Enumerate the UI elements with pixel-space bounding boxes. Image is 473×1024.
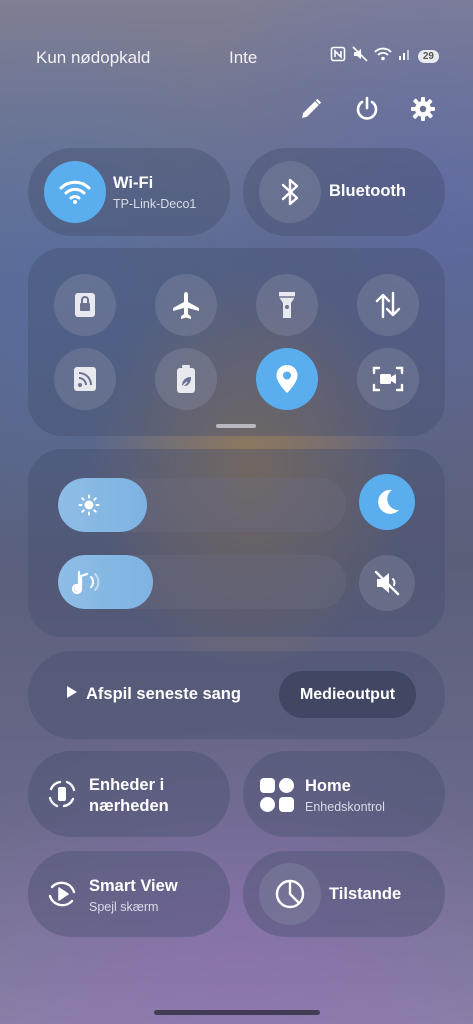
battery-leaf-icon[interactable] [155,348,217,410]
data-transfer-icon[interactable] [357,274,419,336]
power-icon[interactable] [353,95,381,123]
smart-view-label: Smart View [89,877,178,895]
brightness-slider[interactable] [58,478,346,532]
edit-icon[interactable] [297,95,325,123]
nearby-devices-tile[interactable]: Enheder i nærheden [28,751,230,837]
smart-view-icon [46,878,78,915]
moon-icon[interactable] [359,474,415,530]
header-actions [297,95,437,123]
play-icon [66,685,78,704]
bluetooth-tile[interactable]: Bluetooth [243,148,445,236]
volume-slider[interactable] [58,555,346,609]
wifi-label: Wi-Fi [113,174,154,192]
modes-label: Tilstande [329,885,402,903]
panel-drag-handle[interactable] [216,424,256,428]
mute-icon [352,46,368,67]
carrier-text: Kun nødopkald [36,48,151,67]
play-last-song-label: Afspil seneste sang [86,685,241,703]
wifi-network-name: TP-Link-Deco1 [113,197,197,211]
status-icons: 29 [330,46,439,67]
nfc-card-icon[interactable] [54,348,116,410]
bluetooth-icon[interactable] [259,161,321,223]
bluetooth-label: Bluetooth [329,182,406,200]
home-sub: Enhedskontrol [305,800,385,814]
home-label: Home [305,777,351,795]
media-output-button[interactable]: Medieoutput [279,671,416,718]
modes-icon [259,863,321,925]
network-text: Inte [229,48,258,67]
modes-tile[interactable]: Tilstande [243,851,445,937]
airplane-icon[interactable] [155,274,217,336]
wifi-icon [374,46,392,67]
screen-record-icon[interactable] [357,348,419,410]
wifi-tile[interactable]: Wi-Fi TP-Link-Deco1 [28,148,230,236]
home-tile[interactable]: Home Enhedskontrol [243,751,445,837]
settings-icon[interactable] [409,95,437,123]
home-indicator[interactable] [154,1010,320,1015]
nearby-devices-icon [46,778,78,815]
location-pin-icon[interactable] [256,348,318,410]
portrait-lock-icon[interactable] [54,274,116,336]
volume-icon [71,569,106,600]
media-tile: Afspil seneste sang Medieoutput [28,651,445,739]
home-grid-icon [259,777,295,818]
smart-view-tile[interactable]: Smart View Spejl skærm [28,851,230,937]
brightness-slider-fill [58,478,148,532]
wifi-toggle-icon[interactable] [44,161,106,223]
nearby-devices-label: Enheder i nærheden [89,776,169,815]
flashlight-icon[interactable] [256,274,318,336]
play-last-song-button[interactable]: Afspil seneste sang [66,685,241,704]
signal-icon [398,47,412,66]
status-bar: Kun nødopkald Inte 29 [0,44,473,70]
mute-icon[interactable] [359,555,415,611]
sliders-panel [28,449,445,637]
sun-icon [78,494,100,521]
quick-toggles-panel [28,248,445,436]
smart-view-sub: Spejl skærm [89,900,159,914]
nfc-icon [330,46,346,67]
media-output-label: Medieoutput [299,685,396,703]
battery-level: 29 [417,50,439,63]
